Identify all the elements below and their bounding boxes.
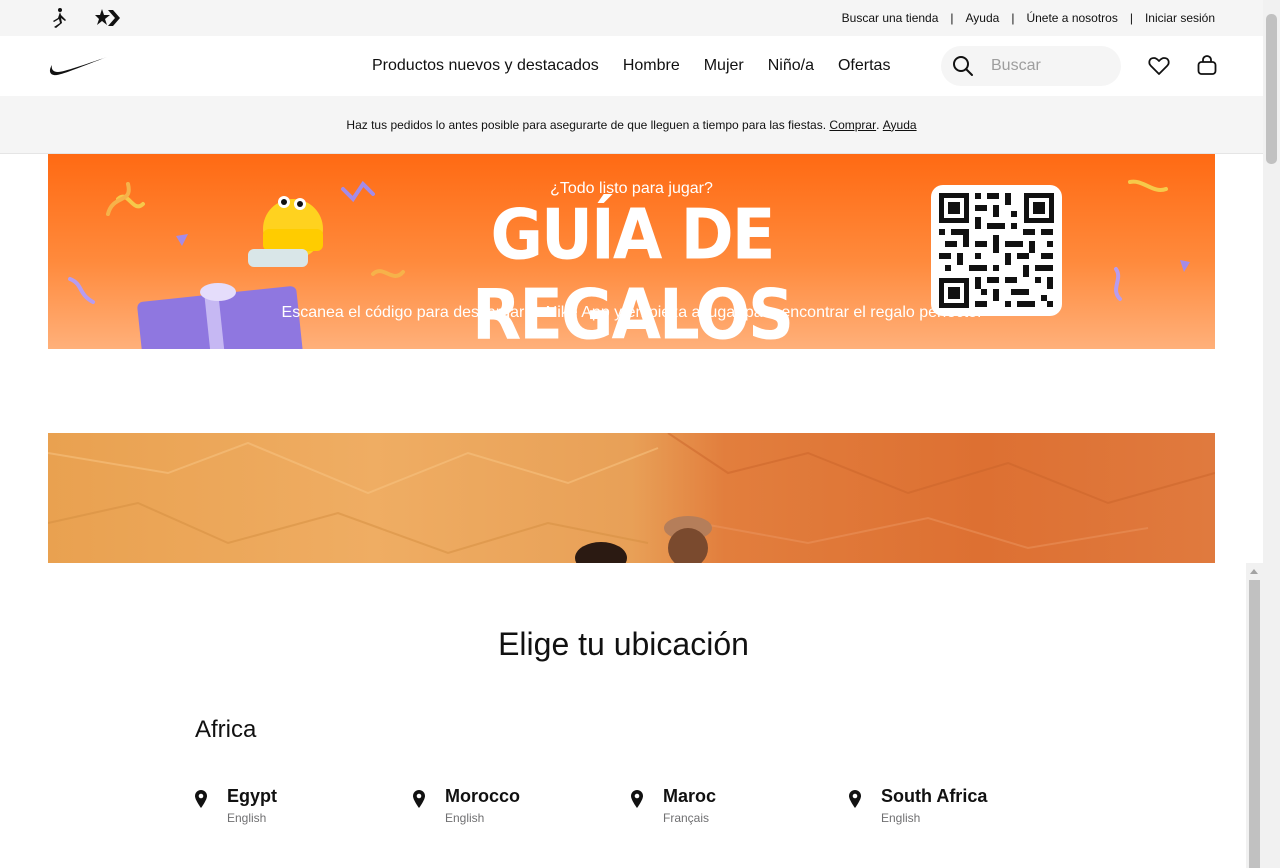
- find-store-link[interactable]: Buscar una tienda: [842, 11, 939, 25]
- location-pin-icon: [195, 790, 207, 813]
- country-language: English: [881, 811, 921, 825]
- converse-logo-icon[interactable]: [95, 7, 121, 34]
- nike-swoosh-icon[interactable]: [48, 55, 108, 82]
- inner-scrollbar-thumb[interactable]: [1249, 580, 1260, 868]
- promo-bar: Haz tus pedidos lo antes posible para as…: [0, 96, 1263, 154]
- search-input[interactable]: [989, 56, 1109, 76]
- location-pin-icon: [413, 790, 425, 813]
- heart-icon[interactable]: [1147, 54, 1171, 78]
- promo-text: Haz tus pedidos lo antes posible para as…: [346, 117, 827, 132]
- help-link[interactable]: Ayuda: [966, 11, 1000, 25]
- promo-shop-link[interactable]: Comprar: [829, 118, 876, 132]
- location-pin-icon: [631, 790, 643, 813]
- menu-men[interactable]: Hombre: [623, 57, 680, 75]
- menu-women[interactable]: Mujer: [704, 57, 744, 75]
- menu-new-featured[interactable]: Productos nuevos y destacados: [372, 57, 599, 75]
- separator: |: [1129, 11, 1133, 25]
- scroll-up-arrow-icon[interactable]: [1250, 569, 1258, 574]
- banner-headline: GUÍA DE REGALOS: [471, 196, 794, 349]
- jordan-logo-icon[interactable]: [48, 7, 70, 34]
- menu-kids[interactable]: Niño/a: [768, 57, 814, 75]
- primary-menu: Productos nuevos y destacados Hombre Muj…: [372, 36, 914, 96]
- main-nav: Productos nuevos y destacados Hombre Muj…: [0, 36, 1263, 96]
- country-name: South Africa: [881, 786, 988, 806]
- country-morocco[interactable]: Morocco English: [413, 786, 613, 830]
- separator: |: [950, 11, 954, 25]
- bag-icon[interactable]: [1195, 54, 1219, 78]
- menu-sale[interactable]: Ofertas: [838, 57, 890, 75]
- country-language: Français: [663, 811, 710, 825]
- location-title: Elige tu ubicación: [498, 626, 749, 662]
- join-us-link[interactable]: Únete a nosotros: [1026, 11, 1117, 25]
- location-pin-icon: [849, 790, 861, 813]
- search-box[interactable]: [941, 46, 1121, 86]
- qr-code-icon: [931, 185, 1062, 316]
- country-name: Maroc: [663, 786, 717, 806]
- sign-in-link[interactable]: Iniciar sesión: [1145, 11, 1215, 25]
- gift-guide-banner[interactable]: ¿Todo listo para jugar? GUÍA DE REGALOS …: [48, 154, 1215, 349]
- country-south-africa[interactable]: South Africa English: [849, 786, 1049, 830]
- promo-help-link[interactable]: Ayuda: [883, 118, 917, 132]
- utility-links: Buscar una tienda | Ayuda | Únete a noso…: [842, 0, 1215, 36]
- separator: |: [1011, 11, 1015, 25]
- country-egypt[interactable]: Egypt English: [195, 786, 395, 830]
- utility-bar: Buscar una tienda | Ayuda | Únete a noso…: [0, 0, 1263, 36]
- country-language: English: [227, 811, 267, 825]
- country-language: English: [445, 811, 485, 825]
- country-name: Morocco: [445, 786, 521, 806]
- page-scrollbar-thumb[interactable]: [1266, 14, 1277, 164]
- country-maroc[interactable]: Maroc Français: [631, 786, 831, 830]
- hero-image[interactable]: [48, 433, 1215, 563]
- region-heading: Africa: [195, 716, 257, 743]
- country-name: Egypt: [227, 786, 278, 806]
- search-icon[interactable]: [943, 46, 983, 86]
